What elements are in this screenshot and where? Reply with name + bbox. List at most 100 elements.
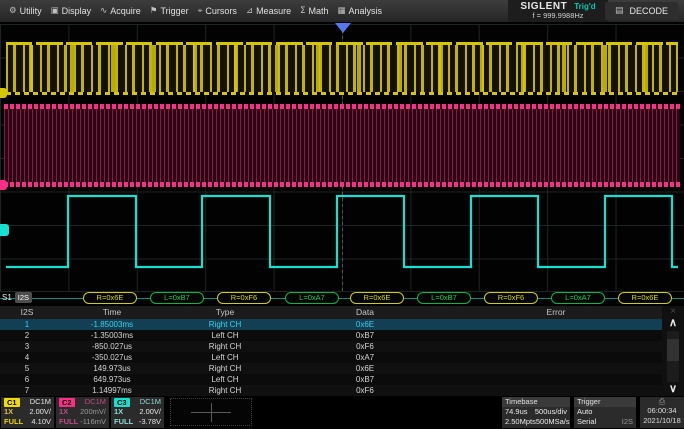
cell-type: Right CH [208,342,242,351]
trigger-box[interactable]: Trigger Auto Serial I2S [574,397,636,428]
c2-offset: -116mV [80,417,106,426]
trigger-frequency: f = 999.9988Hz [532,11,584,21]
c3-position-marker[interactable] [0,224,9,236]
channel3-descriptor[interactable]: C3 DC1M 1X 2.00V/ FULL -3.78V [111,397,164,428]
col-header-type: Type [215,307,235,317]
status-bar: C1 DC1M 1X 2.00V/ FULL 4.10V C2 DC1M 1X … [0,396,684,429]
timebase-title: Timebase [502,397,570,407]
menu-label: Trigger [160,6,189,16]
cell-index: 5 [24,364,30,373]
cell-time: -850.027us [91,342,133,351]
menu-item-cursors[interactable]: ⌖ Cursors [198,6,237,16]
trigger-status-badge: Trig'd [574,1,596,11]
cell-error [450,385,662,396]
channel2-descriptor[interactable]: C2 DC1M 1X 200mV/ FULL -116mV [56,397,109,428]
cell-type: Left CH [211,375,239,384]
bus-type-badge: I2S [14,292,33,303]
decode-bubble: R=0xF6 [217,292,271,304]
cell-time: -1.85003ms [90,320,134,329]
c1-bandwidth: FULL [4,417,24,426]
menu-item-utility[interactable]: ⚙ Utility [9,6,42,16]
table-scrollbar: × ∧ ∨ [662,306,684,396]
menu-item-analysis[interactable]: ▦ Analysis [337,6,382,16]
cell-error [450,341,662,352]
cell-time: 149.973us [93,364,131,373]
oscilloscope-screen: ⚙ Utility ▣ Display ∿ Acquire ⚑ Trigger … [0,0,684,429]
c1-offset: 4.10V [31,417,51,426]
menu-item-math[interactable]: Σ Math [300,6,328,16]
channel1-descriptor[interactable]: C1 DC1M 1X 2.00V/ FULL 4.10V [1,397,54,428]
chart-icon: ▦ [337,6,346,16]
menu-item-trigger[interactable]: ⚑ Trigger [150,6,189,16]
c1-badge: C1 [4,398,20,407]
c3-scale: 2.00V/ [139,407,161,416]
table-row[interactable]: 1 -1.85003ms Right CH 0x6E [0,319,662,330]
cell-index: 3 [24,342,30,351]
display-icon: ▣ [50,6,59,16]
trigger-kind: Serial [577,417,597,426]
c2-scale: 200mV/ [80,407,106,416]
cell-index: 1 [24,320,30,329]
cell-data: 0xF6 [356,342,374,351]
decode-bubble: R=0xF6 [484,292,538,304]
col-header-data: Data [356,307,374,317]
timebase-delay: 74.9us [505,407,528,416]
cell-type: Right CH [208,320,242,329]
cell-data: 0x6E [355,320,375,329]
c3-atten: 1X [114,407,124,416]
menu-item-acquire[interactable]: ∿ Acquire [100,6,141,16]
decode-table-header: I2S Time Type Data Error [0,306,662,319]
cell-time: 649.973us [93,375,131,384]
waveform-icon: ∿ [100,6,108,16]
col-header-i2s: I2S [20,307,34,317]
cell-time: 1.14997ms [92,386,132,395]
c2-atten: 1X [59,407,69,416]
c2-coupling: DC1M [84,397,106,406]
brand-block: SIGLENT Trig'd f = 999.9988Hz [508,0,608,22]
col-header-error: Error [546,307,566,317]
c3-badge: C3 [114,398,130,407]
cell-type: Right CH [208,364,242,373]
decode-button[interactable]: ▤ DECODE [604,2,678,20]
menu-item-measure[interactable]: ⊿ Measure [246,6,291,16]
table-row[interactable]: 6 649.973us Left CH 0xB7 [0,374,662,385]
c2-position-marker[interactable] [0,180,7,190]
c3-coupling: DC1M [139,397,161,406]
c3-offset: -3.78V [138,417,161,426]
trigger-title: Trigger [574,397,636,407]
scrollbar-track[interactable] [667,331,679,382]
cell-index: 2 [24,331,30,340]
bus-number: S1 [2,293,12,302]
cell-data: 0x6E [355,364,375,373]
menu-label: Measure [256,6,292,16]
clock-date: 2021/10/18 [643,416,681,425]
c1-scale: 2.00V/ [29,407,51,416]
table-row[interactable]: 5 149.973us Right CH 0x6E [0,363,662,374]
scrollbar-thumb[interactable] [667,339,679,361]
table-row[interactable]: 3 -850.027us Right CH 0xF6 [0,341,662,352]
clock-box[interactable]: ⎙ 06:00:34 2021/10/18 [640,397,684,428]
menu-item-display[interactable]: ▣ Display [51,6,92,16]
scroll-down-icon[interactable]: ∨ [669,383,677,396]
cell-type: Right CH [208,386,242,395]
cell-error [450,363,662,374]
gear-icon: ⚙ [9,6,17,16]
table-row[interactable]: 4 -350.027us Left CH 0xA7 [0,352,662,363]
decode-bubble: R=0x6E [83,292,137,304]
col-header-time: Time [102,307,122,317]
timebase-box[interactable]: Timebase 74.9us 500us/div 2.50Mpts 500MS… [502,397,570,428]
waveform-display: S1 I2S R=0x6E L=0xB7 R=0xF6 L=0xA7 R=0x6… [0,22,684,306]
cell-index: 4 [24,353,30,362]
decode-bus-label[interactable]: S1 I2S [2,292,33,303]
decode-icon: ▤ [614,6,624,16]
table-row[interactable]: 7 1.14997ms Right CH 0xF6 [0,385,662,396]
table-row[interactable]: 2 -1.35003ms Left CH 0xB7 [0,330,662,341]
c3-trace [6,194,678,269]
scroll-up-icon[interactable]: ∧ [669,317,677,330]
close-icon[interactable]: × [670,306,676,317]
c1-atten: 1X [4,407,14,416]
flag-icon: ⚑ [149,6,158,16]
decode-bubble: L=0xA7 [285,292,339,304]
c1-position-marker[interactable] [0,88,7,98]
decode-bubble: L=0xB7 [417,292,471,304]
